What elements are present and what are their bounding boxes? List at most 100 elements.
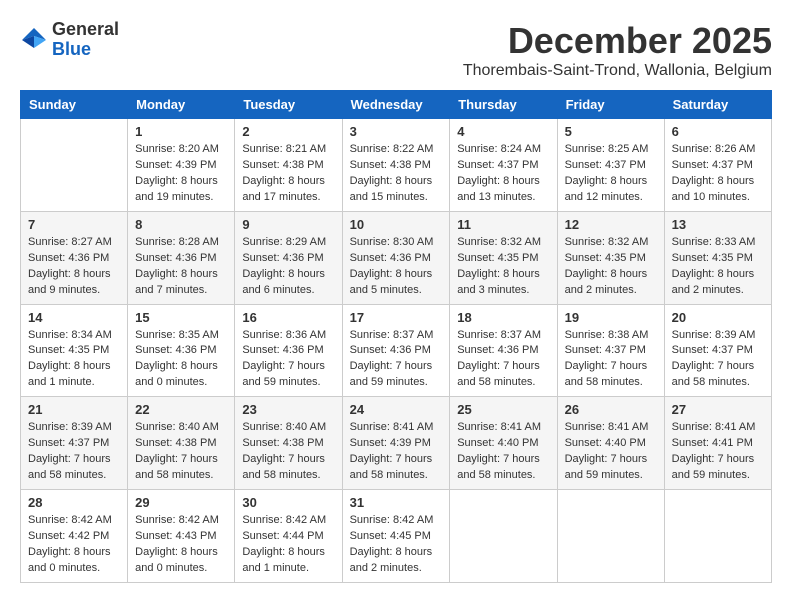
day-number: 29 bbox=[135, 495, 227, 510]
day-number: 26 bbox=[565, 402, 657, 417]
table-row: 12 Sunrise: 8:32 AMSunset: 4:35 PMDayligh… bbox=[557, 211, 664, 304]
table-row: 28 Sunrise: 8:42 AMSunset: 4:42 PMDayligh… bbox=[21, 490, 128, 583]
table-row: 22 Sunrise: 8:40 AMSunset: 4:38 PMDayligh… bbox=[128, 397, 235, 490]
day-info: Sunrise: 8:35 AMSunset: 4:36 PMDaylight:… bbox=[135, 328, 227, 392]
table-row: 17 Sunrise: 8:37 AMSunset: 4:36 PMDayligh… bbox=[342, 304, 450, 397]
table-row: 25Sunrise: 8:41 AMSunset: 4:40 PMDayligh… bbox=[450, 397, 557, 490]
day-number: 7 bbox=[28, 217, 120, 232]
day-number: 6 bbox=[672, 124, 764, 139]
day-number: 13 bbox=[672, 217, 764, 232]
table-row: 3 Sunrise: 8:22 AMSunset: 4:38 PMDaylight… bbox=[342, 119, 450, 212]
day-info: Sunrise: 8:40 AMSunset: 4:38 PMDaylight:… bbox=[135, 420, 227, 484]
day-number: 17 bbox=[350, 310, 443, 325]
day-info: Sunrise: 8:27 AMSunset: 4:36 PMDaylight:… bbox=[28, 235, 120, 299]
day-info: Sunrise: 8:26 AMSunset: 4:37 PMDaylight:… bbox=[672, 142, 764, 206]
table-row: 2 Sunrise: 8:21 AMSunset: 4:38 PMDaylight… bbox=[235, 119, 342, 212]
day-number: 22 bbox=[135, 402, 227, 417]
table-row: 14Sunrise: 8:34 AMSunset: 4:35 PMDayligh… bbox=[21, 304, 128, 397]
header-thursday: Thursday bbox=[450, 91, 557, 119]
day-info: Sunrise: 8:37 AMSunset: 4:36 PMDaylight:… bbox=[350, 328, 443, 392]
table-row: 18 Sunrise: 8:37 AMSunset: 4:36 PMDayligh… bbox=[450, 304, 557, 397]
table-row: 16Sunrise: 8:36 AMSunset: 4:36 PMDayligh… bbox=[235, 304, 342, 397]
logo: General Blue bbox=[20, 20, 119, 60]
day-info: Sunrise: 8:42 AMSunset: 4:44 PMDaylight:… bbox=[242, 513, 334, 577]
table-row: 11 Sunrise: 8:32 AMSunset: 4:35 PMDayligh… bbox=[450, 211, 557, 304]
month-title: December 2025 bbox=[463, 20, 772, 62]
header-wednesday: Wednesday bbox=[342, 91, 450, 119]
calendar-week-4: 21 Sunrise: 8:39 AMSunset: 4:37 PMDayligh… bbox=[21, 397, 772, 490]
day-info: Sunrise: 8:32 AMSunset: 4:35 PMDaylight:… bbox=[457, 235, 549, 299]
calendar-header-row: Sunday Monday Tuesday Wednesday Thursday… bbox=[21, 91, 772, 119]
day-info: Sunrise: 8:22 AMSunset: 4:38 PMDaylight:… bbox=[350, 142, 443, 206]
location-title: Thorembais-Saint-Trond, Wallonia, Belgiu… bbox=[463, 62, 772, 80]
day-info: Sunrise: 8:33 AMSunset: 4:35 PMDaylight:… bbox=[672, 235, 764, 299]
table-row: 26 Sunrise: 8:41 AMSunset: 4:40 PMDayligh… bbox=[557, 397, 664, 490]
day-info: Sunrise: 8:32 AMSunset: 4:35 PMDaylight:… bbox=[565, 235, 657, 299]
table-row: 13 Sunrise: 8:33 AMSunset: 4:35 PMDayligh… bbox=[664, 211, 771, 304]
header-friday: Friday bbox=[557, 91, 664, 119]
calendar-week-2: 7 Sunrise: 8:27 AMSunset: 4:36 PMDaylight… bbox=[21, 211, 772, 304]
table-row bbox=[21, 119, 128, 212]
day-info: Sunrise: 8:34 AMSunset: 4:35 PMDaylight:… bbox=[28, 328, 120, 392]
table-row: 24 Sunrise: 8:41 AMSunset: 4:39 PMDayligh… bbox=[342, 397, 450, 490]
day-number: 12 bbox=[565, 217, 657, 232]
calendar-table: Sunday Monday Tuesday Wednesday Thursday… bbox=[20, 90, 772, 583]
day-number: 20 bbox=[672, 310, 764, 325]
table-row: 10Sunrise: 8:30 AMSunset: 4:36 PMDayligh… bbox=[342, 211, 450, 304]
day-number: 4 bbox=[457, 124, 549, 139]
day-number: 8 bbox=[135, 217, 227, 232]
day-info: Sunrise: 8:21 AMSunset: 4:38 PMDaylight:… bbox=[242, 142, 334, 206]
table-row: 9 Sunrise: 8:29 AMSunset: 4:36 PMDaylight… bbox=[235, 211, 342, 304]
table-row: 6 Sunrise: 8:26 AMSunset: 4:37 PMDaylight… bbox=[664, 119, 771, 212]
table-row: 8 Sunrise: 8:28 AMSunset: 4:36 PMDaylight… bbox=[128, 211, 235, 304]
table-row: 21 Sunrise: 8:39 AMSunset: 4:37 PMDayligh… bbox=[21, 397, 128, 490]
day-info: Sunrise: 8:39 AMSunset: 4:37 PMDaylight:… bbox=[28, 420, 120, 484]
day-info: Sunrise: 8:41 AMSunset: 4:39 PMDaylight:… bbox=[350, 420, 443, 484]
day-number: 21 bbox=[28, 402, 120, 417]
table-row: 4 Sunrise: 8:24 AMSunset: 4:37 PMDaylight… bbox=[450, 119, 557, 212]
day-number: 24 bbox=[350, 402, 443, 417]
table-row: 7 Sunrise: 8:27 AMSunset: 4:36 PMDaylight… bbox=[21, 211, 128, 304]
day-info: Sunrise: 8:42 AMSunset: 4:45 PMDaylight:… bbox=[350, 513, 443, 577]
title-section: December 2025 Thorembais-Saint-Trond, Wa… bbox=[463, 20, 772, 80]
day-number: 28 bbox=[28, 495, 120, 510]
day-info: Sunrise: 8:41 AMSunset: 4:41 PMDaylight:… bbox=[672, 420, 764, 484]
day-info: Sunrise: 8:28 AMSunset: 4:36 PMDaylight:… bbox=[135, 235, 227, 299]
day-number: 19 bbox=[565, 310, 657, 325]
day-info: Sunrise: 8:42 AMSunset: 4:43 PMDaylight:… bbox=[135, 513, 227, 577]
day-number: 3 bbox=[350, 124, 443, 139]
day-info: Sunrise: 8:25 AMSunset: 4:37 PMDaylight:… bbox=[565, 142, 657, 206]
day-info: Sunrise: 8:29 AMSunset: 4:36 PMDaylight:… bbox=[242, 235, 334, 299]
table-row: 30Sunrise: 8:42 AMSunset: 4:44 PMDayligh… bbox=[235, 490, 342, 583]
day-info: Sunrise: 8:41 AMSunset: 4:40 PMDaylight:… bbox=[457, 420, 549, 484]
calendar-week-5: 28 Sunrise: 8:42 AMSunset: 4:42 PMDayligh… bbox=[21, 490, 772, 583]
day-info: Sunrise: 8:24 AMSunset: 4:37 PMDaylight:… bbox=[457, 142, 549, 206]
table-row: 23Sunrise: 8:40 AMSunset: 4:38 PMDayligh… bbox=[235, 397, 342, 490]
header-tuesday: Tuesday bbox=[235, 91, 342, 119]
calendar-week-1: 1Sunrise: 8:20 AMSunset: 4:39 PMDaylight… bbox=[21, 119, 772, 212]
logo-blue: Blue bbox=[52, 40, 119, 60]
calendar-week-3: 14Sunrise: 8:34 AMSunset: 4:35 PMDayligh… bbox=[21, 304, 772, 397]
day-number: 1 bbox=[135, 124, 227, 139]
table-row: 15Sunrise: 8:35 AMSunset: 4:36 PMDayligh… bbox=[128, 304, 235, 397]
day-info: Sunrise: 8:37 AMSunset: 4:36 PMDaylight:… bbox=[457, 328, 549, 392]
logo-icon bbox=[20, 26, 48, 54]
day-number: 10 bbox=[350, 217, 443, 232]
day-number: 31 bbox=[350, 495, 443, 510]
table-row: 29 Sunrise: 8:42 AMSunset: 4:43 PMDayligh… bbox=[128, 490, 235, 583]
header-saturday: Saturday bbox=[664, 91, 771, 119]
day-info: Sunrise: 8:41 AMSunset: 4:40 PMDaylight:… bbox=[565, 420, 657, 484]
day-number: 23 bbox=[242, 402, 334, 417]
day-number: 11 bbox=[457, 217, 549, 232]
day-number: 18 bbox=[457, 310, 549, 325]
table-row: 20Sunrise: 8:39 AMSunset: 4:37 PMDayligh… bbox=[664, 304, 771, 397]
day-number: 27 bbox=[672, 402, 764, 417]
day-number: 16 bbox=[242, 310, 334, 325]
table-row: 19 Sunrise: 8:38 AMSunset: 4:37 PMDayligh… bbox=[557, 304, 664, 397]
table-row: 31 Sunrise: 8:42 AMSunset: 4:45 PMDayligh… bbox=[342, 490, 450, 583]
day-info: Sunrise: 8:42 AMSunset: 4:42 PMDaylight:… bbox=[28, 513, 120, 577]
day-number: 9 bbox=[242, 217, 334, 232]
day-info: Sunrise: 8:38 AMSunset: 4:37 PMDaylight:… bbox=[565, 328, 657, 392]
day-number: 2 bbox=[242, 124, 334, 139]
table-row bbox=[664, 490, 771, 583]
